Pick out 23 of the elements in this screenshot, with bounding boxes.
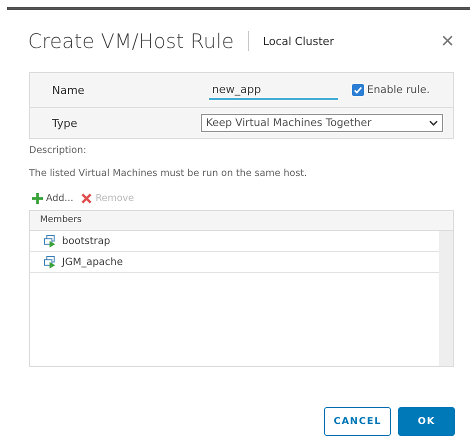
member-row[interactable]: bootstrap: [30, 231, 439, 252]
enable-label: Enable rule.: [367, 84, 430, 96]
vm-icon: [44, 234, 57, 248]
ok-button[interactable]: OK: [398, 407, 455, 436]
vm-icon: [44, 256, 57, 268]
close-button[interactable]: ×: [441, 30, 454, 52]
scrollbar[interactable]: [439, 231, 453, 366]
cluster-name: Local Cluster: [262, 34, 334, 48]
type-label: Type: [52, 116, 78, 130]
member-row[interactable]: JGM_apache: [30, 252, 439, 273]
plus-icon: [32, 193, 43, 204]
description-label: Description:: [29, 145, 88, 156]
dialog-title: Create VM/Host Rule: [28, 29, 234, 53]
name-field[interactable]: new_app: [209, 80, 338, 100]
description-text: The listed Virtual Machines must be run on the same host.: [29, 168, 308, 179]
column-header: Members: [30, 211, 453, 231]
enable-checkbox[interactable]: [352, 84, 364, 96]
cancel-button[interactable]: CANCEL: [324, 407, 391, 436]
chevron-down-icon: [429, 120, 438, 126]
type-dropdown[interactable]: Keep Virtual Machines Together: [201, 114, 443, 132]
add-button[interactable]: Add...: [32, 193, 74, 204]
x-icon: [81, 193, 92, 204]
name-label: Name: [52, 84, 86, 96]
